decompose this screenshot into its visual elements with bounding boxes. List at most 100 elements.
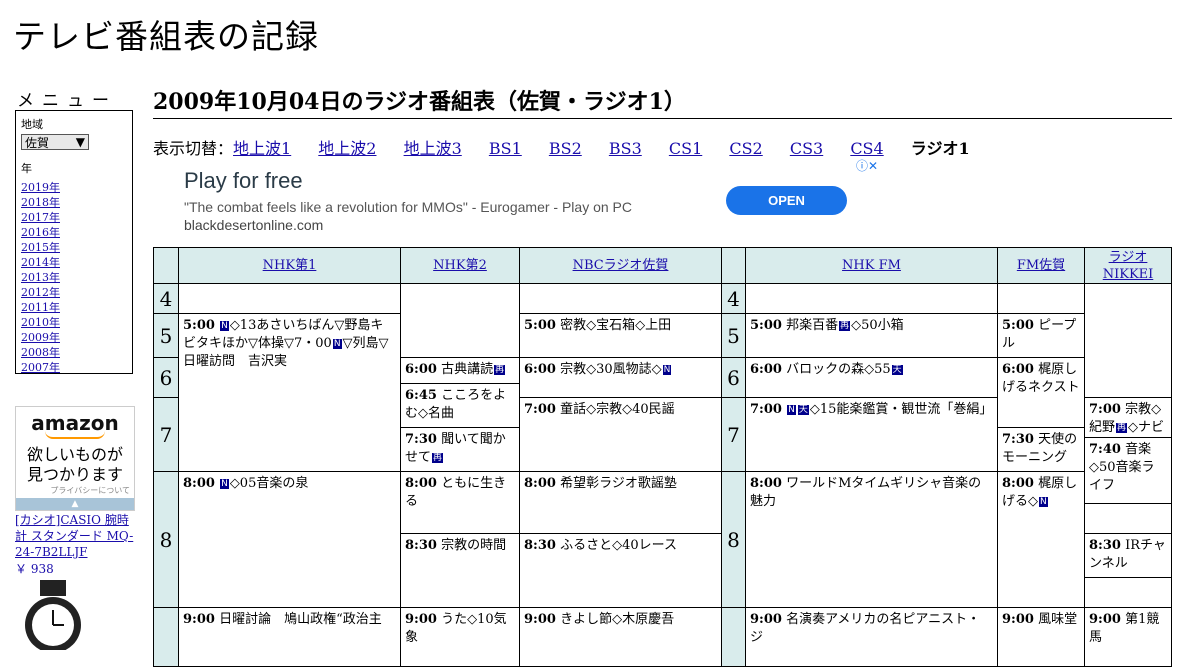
channel-link[interactable]: FM佐賀 [1017,257,1065,274]
channel-header-fmsaga: FM佐賀 [997,247,1085,284]
switch-current-radio1: ラジオ1 [910,139,970,158]
year-label: 年 [21,162,32,175]
menu-heading: メニュー [17,91,117,111]
channel-header-nbc: NBCラジオ佐賀 [519,247,722,284]
program-cell-empty [178,283,401,314]
site-title: テレビ番組表の記録 [13,17,319,56]
program-cell[interactable]: 9:00 第1競馬 [1084,607,1172,667]
channel-link[interactable]: NHK第1 [263,257,317,274]
expand-arrow-icon[interactable]: ▲ [16,498,134,510]
year-link-2013[interactable]: 2013年 [21,271,60,284]
hour-cell: 6 [721,357,746,398]
year-link-2010[interactable]: 2010年 [21,316,60,329]
channel-header-nhkfm: NHK FM [745,247,998,284]
region-select[interactable]: 佐賀 ▼ [21,134,89,150]
program-cell[interactable]: 9:00 きよし節◇木原慶吾 [519,607,722,667]
program-cell-empty [1084,503,1172,534]
program-cell[interactable]: 6:00 古典講読再 [400,357,520,384]
amazon-logo: amazon [31,411,119,435]
year-link-2008[interactable]: 2008年 [21,346,60,359]
program-cell[interactable]: 9:00 うた◇10気象 [400,607,520,667]
amazon-tagline: 欲しいものが 見つかります [26,445,123,484]
hour-cell: 8 [721,471,746,608]
program-cell[interactable]: 7:00 宗教◇紀野再 ◇ナビ [1084,397,1172,438]
channel-header-nhk1: NHK第1 [178,247,401,284]
channel-header-nikkei: ラジオNIKKEI [1084,247,1172,284]
weather-badge-icon: 天 [797,405,809,415]
year-link-2016[interactable]: 2016年 [21,226,60,239]
program-cell[interactable]: 7:00 童話◇宗教◇40民謡 [519,397,722,472]
year-link-2009[interactable]: 2009年 [21,331,60,344]
program-cell[interactable]: 8:00 ワールドMタイムギリシャ音楽の魅力 [745,471,998,608]
hour-cell: 4 [721,283,746,314]
program-grid: NHK第1 NHK第2 NBCラジオ佐賀 NHK FM FM佐賀 ラジオNIKK… [153,247,1172,667]
program-cell[interactable]: 6:00 宗教◇30風物誌◇ N [519,357,722,398]
program-cell[interactable]: 8:00 梶原しげる◇ N [997,471,1085,608]
amazon-ad[interactable]: amazon 欲しいものが 見つかります プライバシーについて ▲ [15,406,135,511]
ad-banner[interactable]: Play for free "The combat feels like a r… [153,156,880,244]
program-cell[interactable]: 5:00 邦楽百番再 ◇50小箱 [745,313,998,358]
year-link-2015[interactable]: 2015年 [21,241,60,254]
channel-link[interactable]: NHK第2 [433,257,487,274]
program-cell[interactable]: 8:00 希望彰ラジオ歌謡塾 [519,471,722,534]
grid-corner [153,247,179,284]
hour-cell [153,607,179,667]
hour-cell: 7 [721,397,746,472]
rerun-badge-icon: 再 [839,321,851,331]
menu-box: 地域 佐賀 ▼ 年 2019年 2018年 2017年 2016年 2015年 … [15,110,133,374]
program-cell[interactable]: 5:00 N ◇13あさいちばん▽野島キビタキほか▽体操▽7・00 N ▽列島▽日曜訪… [178,313,401,472]
program-cell[interactable]: 8:30 ふるさと◇40レース [519,533,722,608]
channel-header-nhk2: NHK第2 [400,247,520,284]
program-cell[interactable]: 9:00 名演奏アメリカの名ピアニスト・ジ [745,607,998,667]
program-cell-empty [997,283,1085,314]
program-cell[interactable]: 9:00 日曜討論 鳩山政権“政治主 [178,607,401,667]
hour-cell: 6 [153,357,179,398]
year-link-2014[interactable]: 2014年 [21,256,60,269]
dropdown-arrow-icon: ▼ [75,135,85,149]
news-badge-icon: N [787,405,796,415]
program-cell[interactable]: 7:40 音楽◇50音楽ライフ [1084,437,1172,504]
program-cell[interactable]: 9:00 風味堂 [997,607,1085,667]
hour-cell: 8 [153,471,179,608]
program-cell[interactable]: 7:30 聞いて聞かせて再 [400,427,520,472]
ad-choices-icon[interactable]: ⓘ✕ [856,157,878,174]
program-cell[interactable]: 8:30 宗教の時間 [400,533,520,608]
program-cell[interactable]: 6:00 梶原しげるネクスト [997,357,1085,428]
news-badge-icon: N [662,365,672,375]
ad-domain: blackdesertonline.com [184,217,324,233]
hour-cell [721,607,746,667]
ad-headline[interactable]: Play for free [184,168,303,194]
program-cell[interactable]: 6:45 こころをよむ◇名曲 [400,383,520,428]
hour-cell: 5 [721,313,746,358]
program-cell[interactable]: 6:00 バロックの森◇55 天 [745,357,998,398]
program-cell[interactable]: 5:00 密教◇宝石箱◇上田 [519,313,722,358]
region-value: 佐賀 [25,135,50,150]
ad-open-button[interactable]: OPEN [726,186,847,215]
program-cell[interactable]: 8:30 IRチャンネル [1084,533,1172,578]
news-badge-icon: N [1039,497,1048,507]
program-cell-empty [1084,577,1172,608]
year-link-2007[interactable]: 2007年 [21,361,60,374]
year-link-2017[interactable]: 2017年 [21,211,60,224]
hour-cell: 5 [153,313,179,358]
program-cell[interactable]: 7:30 天使のモーニング [997,427,1085,472]
hour-cell: 7 [153,397,179,472]
product-link[interactable]: [カシオ]CASIO 腕時計 スタンダード MQ-24-7B2LLJF [15,512,137,560]
channel-link[interactable]: ラジオNIKKEI [1089,249,1167,283]
year-link-2011[interactable]: 2011年 [21,301,60,314]
year-link-2019[interactable]: 2019年 [21,181,60,194]
watch-image[interactable] [18,580,88,650]
amazon-privacy-link[interactable]: プライバシーについて [16,485,134,496]
program-cell[interactable]: 7:00 N 天 ◇15能楽鑑賞・観世流「巻絹」 [745,397,998,472]
program-cell-empty [519,283,722,314]
program-cell[interactable]: 8:00 N ◇05音楽の泉 [178,471,401,608]
rerun-badge-icon: 再 [494,365,506,375]
year-link-2012[interactable]: 2012年 [21,286,60,299]
news-badge-icon: N [220,479,229,489]
program-cell[interactable]: 5:00 ピープル [997,313,1085,358]
program-cell[interactable]: 8:00 ともに生きる [400,471,520,534]
channel-link[interactable]: NBCラジオ佐賀 [573,257,669,274]
year-link-2018[interactable]: 2018年 [21,196,60,209]
rerun-badge-icon: 再 [1116,423,1128,433]
channel-link[interactable]: NHK FM [842,257,901,274]
